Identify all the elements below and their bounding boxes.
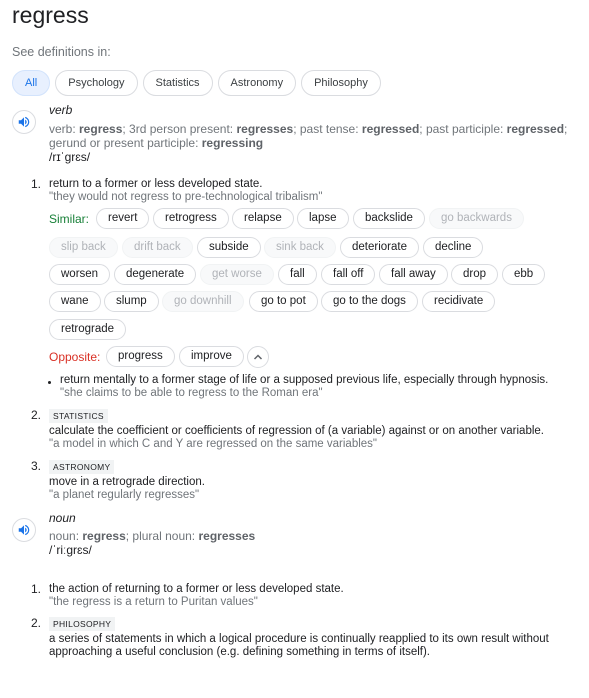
antonym-chip[interactable]: improve: [179, 346, 244, 367]
sense-number: 1.: [31, 582, 42, 596]
synonym-chip: slip back: [49, 237, 118, 258]
synonym-chip[interactable]: lapse: [297, 208, 349, 229]
synonym-chip[interactable]: drop: [451, 264, 499, 285]
synonym-chip: go downhill: [162, 291, 244, 312]
synonym-chip[interactable]: deteriorate: [340, 237, 419, 258]
sense-example: "a planet regularly regresses": [49, 489, 200, 501]
opposite-label: Opposite:: [49, 350, 101, 364]
synonym-chip[interactable]: slump: [104, 291, 159, 312]
sense-number: 3.: [31, 459, 42, 473]
synonym-chip: drift back: [122, 237, 193, 258]
synonym-chip[interactable]: fall: [278, 264, 317, 285]
sense-number: 1.: [31, 177, 42, 191]
domain-label: ASTRONOMY: [49, 460, 115, 474]
filter-philosophy[interactable]: Philosophy: [301, 70, 381, 96]
headword: regress: [12, 2, 89, 28]
filter-all[interactable]: All: [12, 70, 51, 96]
sense-number: 2.: [31, 616, 42, 630]
speaker-icon: [18, 524, 30, 536]
synonym-chip[interactable]: retrograde: [49, 319, 127, 340]
synonym-chip[interactable]: ebb: [502, 264, 546, 285]
sense-definition: the action of returning to a former or l…: [49, 583, 344, 595]
synonym-chip[interactable]: decline: [423, 237, 484, 258]
filter-psychology[interactable]: Psychology: [55, 70, 138, 96]
synonym-chip[interactable]: backslide: [353, 208, 425, 229]
sense-definition: return to a former or less developed sta…: [49, 178, 263, 190]
verb-pronunciation-button[interactable]: [12, 110, 36, 134]
synonym-chip[interactable]: go to the dogs: [321, 291, 418, 312]
domain-label: PHILOSOPHY: [49, 617, 116, 631]
synonym-chip: get worse: [200, 264, 274, 285]
noun-pronunciation-button[interactable]: [12, 518, 36, 542]
collapse-synonyms-button[interactable]: [247, 346, 269, 368]
part-of-speech-verb: verb: [49, 103, 73, 117]
synonym-chip[interactable]: fall off: [321, 264, 376, 285]
synonym-chip[interactable]: wane: [49, 291, 101, 312]
synonym-chip[interactable]: go to pot: [249, 291, 318, 312]
chevron-up-icon: [253, 354, 263, 360]
sub-sense-definition: return mentally to a former stage of lif…: [60, 374, 549, 386]
sense-example: "the regress is a return to Puritan valu…: [49, 596, 258, 608]
verb-forms: verb: regress; 3rd person present: regre…: [49, 122, 568, 150]
sense-number: 2.: [31, 408, 42, 422]
synonym-chip: sink back: [264, 237, 336, 258]
synonym-chip[interactable]: retrogress: [153, 208, 229, 229]
synonym-chip[interactable]: subside: [197, 237, 261, 258]
sub-sense-example: "she claims to be able to regress to the…: [60, 387, 323, 399]
synonym-chip[interactable]: recidivate: [422, 291, 496, 312]
similar-label: Similar:: [49, 212, 90, 226]
synonym-chip: go backwards: [429, 208, 524, 229]
sense-definition: move in a retrograde direction.: [49, 476, 205, 488]
see-definitions-label: See definitions in:: [12, 45, 111, 59]
filter-statistics[interactable]: Statistics: [142, 70, 213, 96]
domain-label: STATISTICS: [49, 409, 108, 423]
sub-sense-bullet: [48, 381, 51, 384]
antonym-chip[interactable]: progress: [106, 346, 175, 367]
sense-definition: calculate the coefficient or coefficient…: [49, 425, 544, 437]
noun-phonetic: /ˈriːɡrɛs/: [49, 543, 92, 557]
synonym-chip[interactable]: worsen: [49, 264, 111, 285]
synonym-chip[interactable]: relapse: [232, 208, 294, 229]
sense-example: "they would not regress to pre-technolog…: [49, 191, 323, 203]
synonym-chip[interactable]: fall away: [379, 264, 448, 285]
part-of-speech-noun: noun: [49, 511, 76, 525]
synonym-chip[interactable]: degenerate: [114, 264, 197, 285]
speaker-icon: [18, 116, 30, 128]
definition-filters: All Psychology Statistics Astronomy Phil…: [12, 70, 381, 96]
sense-definition: a series of statements in which a logica…: [49, 633, 549, 658]
verb-phonetic: /rɪˈɡrɛs/: [49, 150, 91, 164]
filter-astronomy[interactable]: Astronomy: [217, 70, 297, 96]
synonym-chip[interactable]: revert: [96, 208, 150, 229]
sense-example: "a model in which C and Y are regressed …: [49, 438, 378, 450]
noun-forms: noun: regress; plural noun: regresses: [49, 529, 256, 543]
